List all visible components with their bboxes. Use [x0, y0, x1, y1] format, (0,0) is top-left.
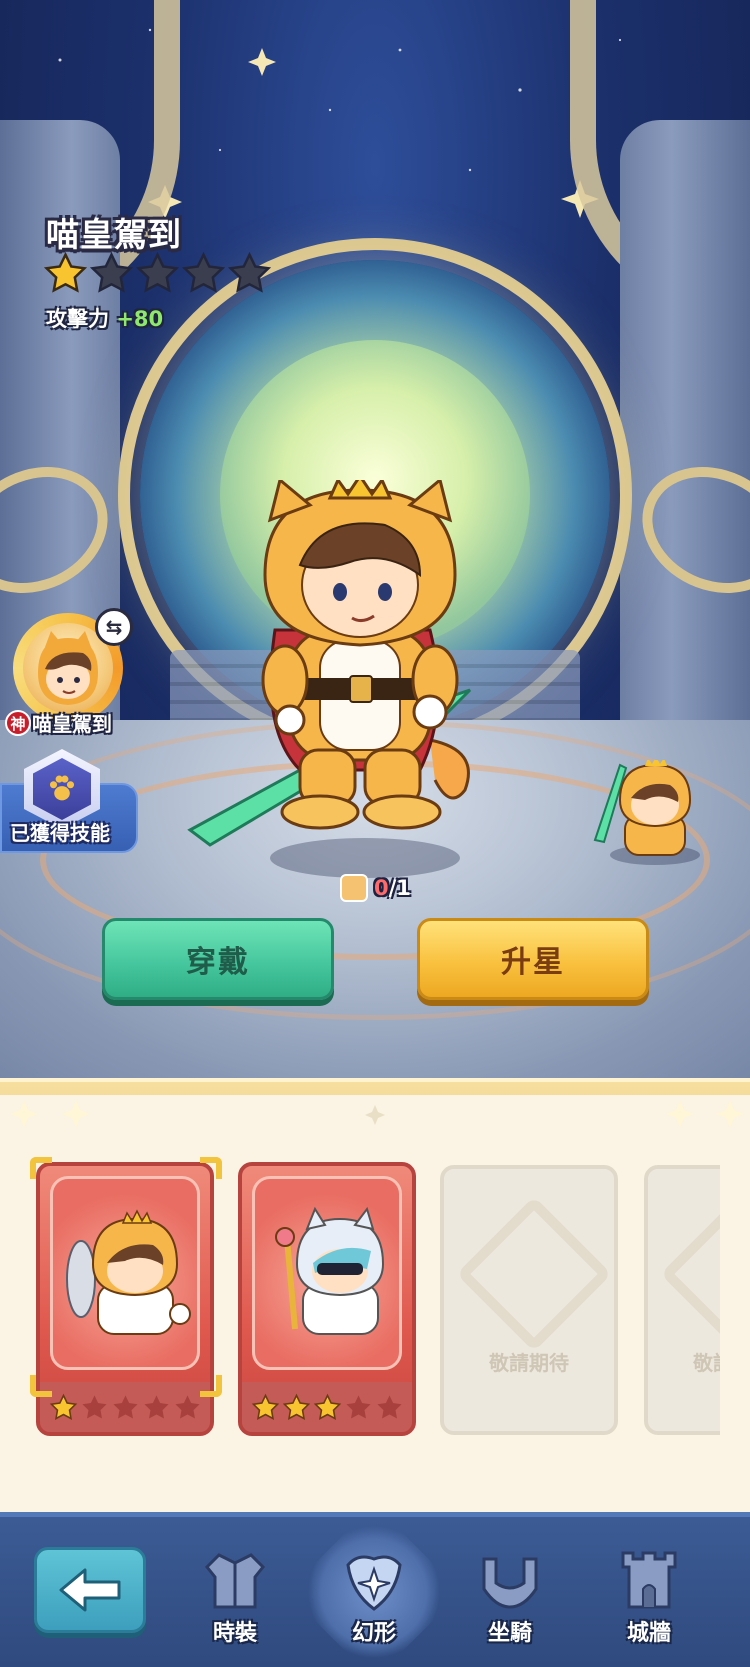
- attack-bonus: +80: [116, 307, 164, 331]
- skin-title: 喵皇駕到: [46, 215, 182, 254]
- nav-item-castle-wall[interactable]: 城牆: [594, 1545, 704, 1655]
- star-empty-icon: [174, 1394, 200, 1418]
- upgrade-star-button[interactable]: 升星: [417, 918, 649, 1000]
- nav-item-transform[interactable]: 幻形: [319, 1545, 429, 1655]
- skin-card-1[interactable]: [36, 1162, 214, 1436]
- right-pillar: [620, 120, 750, 740]
- locked-placeholder-icon: [660, 1196, 720, 1352]
- star-empty-icon: [376, 1394, 402, 1418]
- star-empty-icon: [90, 252, 133, 293]
- star-empty-icon: [112, 1394, 138, 1418]
- nav-label: 坐騎: [487, 1621, 532, 1646]
- nav-label: 城牆: [626, 1621, 671, 1646]
- card-portrait: [252, 1176, 402, 1370]
- star-empty-icon: [81, 1394, 107, 1418]
- coming-soon-label: 敬請期待: [489, 1351, 569, 1375]
- star-empty-icon: [182, 252, 225, 293]
- costume-icon: [204, 1553, 266, 1609]
- mini-cat-hero-figure: [593, 760, 700, 865]
- skin-card-coming-soon: 敬請期待: [644, 1165, 720, 1435]
- star-rating: [44, 252, 271, 295]
- star-empty-icon: [136, 252, 179, 293]
- star-filled-icon: [49, 1393, 77, 1420]
- nav-label: 時裝: [212, 1621, 257, 1646]
- star-empty-icon: [143, 1394, 169, 1418]
- cat-king-hero-figure: [187, 480, 472, 847]
- swap-icon[interactable]: ⇆: [95, 608, 133, 646]
- god-tier-badge: 神: [5, 710, 31, 736]
- locked-placeholder-icon: [456, 1196, 612, 1352]
- avatar-name: 喵皇駕到: [32, 712, 112, 736]
- star-filled-icon: [282, 1393, 310, 1420]
- skin-shard-icon: [340, 874, 368, 902]
- wear-button[interactable]: 穿戴: [102, 918, 334, 1000]
- nav-label: 幻形: [351, 1621, 396, 1646]
- card-scroll-clip: 敬請期待: [640, 1165, 720, 1435]
- star-empty-icon: [345, 1394, 371, 1418]
- transform-icon: [346, 1555, 402, 1611]
- skill-label: 已獲得技能: [10, 821, 110, 845]
- panel-sparkle-decoration: [10, 1100, 744, 1128]
- attack-stat: 攻擊力 +80: [46, 303, 163, 333]
- star-filled-icon: [44, 252, 87, 293]
- skin-card-coming-soon: 敬請期待: [440, 1165, 618, 1435]
- star-filled-icon: [251, 1393, 279, 1420]
- back-arrow-icon: [59, 1568, 121, 1612]
- nav-item-costume[interactable]: 時裝: [180, 1545, 290, 1655]
- mount-icon: [482, 1557, 538, 1609]
- current-skin-avatar[interactable]: ⇆: [13, 608, 133, 723]
- card-star-rating: [242, 1382, 412, 1432]
- attack-label: 攻擊力: [46, 307, 109, 331]
- shard-owned: 0: [374, 876, 389, 900]
- back-button[interactable]: [34, 1547, 146, 1633]
- card-portrait: [50, 1176, 200, 1370]
- nav-item-mount[interactable]: 坐騎: [455, 1545, 565, 1655]
- cat-king-chibi-icon: [66, 1209, 191, 1335]
- castle-wall-icon: [621, 1551, 677, 1609]
- shard-required: /1: [388, 876, 411, 900]
- star-empty-icon: [228, 252, 271, 293]
- card-star-rating: [40, 1382, 210, 1432]
- masked-cat-chibi-icon: [275, 1206, 385, 1335]
- coming-soon-label: 敬請期待: [693, 1351, 720, 1375]
- skin-card-2[interactable]: [238, 1162, 416, 1436]
- star-filled-icon: [313, 1393, 341, 1420]
- shard-counter: 0/1: [340, 874, 411, 902]
